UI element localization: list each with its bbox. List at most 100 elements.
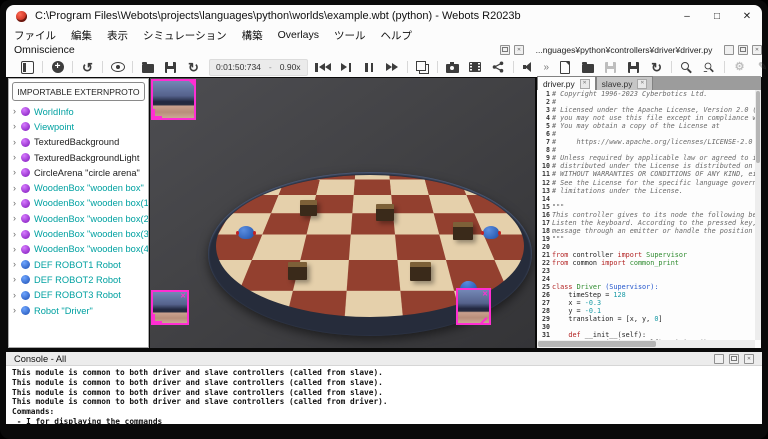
expand-chevron-icon[interactable]: › <box>13 153 21 162</box>
expand-chevron-icon[interactable]: › <box>13 275 21 284</box>
camera-overlay-top-left[interactable] <box>151 79 196 120</box>
overlay-close-icon[interactable]: ✕ <box>180 293 186 300</box>
wooden-box[interactable] <box>453 222 473 240</box>
console-minimize-icon[interactable] <box>714 353 724 364</box>
menu-item[interactable]: シミュレーション <box>143 28 227 43</box>
tree-node-row[interactable]: › WoodenBox "wooden box(1)" <box>9 196 148 211</box>
overlay-close-icon[interactable]: ✕ <box>482 291 488 298</box>
editor-new-file-button[interactable] <box>553 59 576 75</box>
overlay-corner-handle[interactable] <box>152 314 162 324</box>
expand-chevron-icon[interactable]: › <box>13 168 21 177</box>
editor-edit-button[interactable]: ✎ <box>751 59 768 75</box>
rewind-button[interactable] <box>312 59 335 75</box>
tree-node-row[interactable]: › Viewpoint <box>9 119 148 134</box>
tree-node-row[interactable]: › CircleArena "circle arena" <box>9 165 148 180</box>
scrollbar-thumb[interactable] <box>538 341 656 347</box>
dock-close-icon[interactable]: ✕ <box>514 44 524 55</box>
tree-node-row[interactable]: › TexturedBackground <box>9 135 148 150</box>
toggle-scene-tree-button[interactable] <box>16 59 39 75</box>
toolbar-overflow-icon[interactable]: » <box>544 62 550 73</box>
robot-blue[interactable] <box>236 226 256 239</box>
simulation-3d-view[interactable]: ✕ ✕ <box>150 78 535 348</box>
editor-open-file-button[interactable] <box>576 59 599 75</box>
expand-chevron-icon[interactable]: › <box>13 198 21 208</box>
expand-chevron-icon[interactable]: › <box>13 214 21 223</box>
code-area[interactable]: 1 # Copyright 1996-2023 Cyberbotics Ltd. 2… <box>537 90 761 340</box>
viewpoint-button[interactable] <box>106 59 129 75</box>
reset-simulation-button[interactable]: ↺ <box>76 59 99 75</box>
editor-save-as-button[interactable] <box>622 59 645 75</box>
fast-forward-button[interactable] <box>381 59 404 75</box>
editor-dock-minimize-icon[interactable] <box>724 44 734 55</box>
step-button[interactable] <box>335 59 358 75</box>
editor-revert-button[interactable]: ↻ <box>645 59 668 75</box>
title-bar[interactable]: C:\Program Files\Webots\projects\languag… <box>6 5 762 27</box>
editor-dock-close-icon[interactable]: ✕ <box>752 44 762 55</box>
editor-find-button[interactable] <box>675 59 698 75</box>
maximize-button[interactable]: □ <box>702 5 732 27</box>
pause-button[interactable] <box>358 59 381 75</box>
tree-node-row[interactable]: › WoodenBox "wooden box" <box>9 180 148 195</box>
editor-save-button[interactable] <box>599 59 622 75</box>
overlay-resize-handle[interactable] <box>479 317 488 325</box>
share-button[interactable] <box>487 59 510 75</box>
console-close-icon[interactable]: ✕ <box>744 353 754 364</box>
overlay-resize-fold[interactable] <box>188 80 195 87</box>
console-output[interactable]: This module is common to both driver and… <box>6 366 762 424</box>
editor-preferences-button[interactable]: ⚙ <box>728 59 751 75</box>
menu-item[interactable]: 編集 <box>71 28 92 43</box>
tree-node-row[interactable]: › WoodenBox "wooden box(2)" <box>9 211 148 226</box>
reload-world-button[interactable]: ↻ <box>182 59 205 75</box>
expand-chevron-icon[interactable]: › <box>13 183 21 193</box>
menu-item[interactable]: ツール <box>334 28 366 43</box>
tree-node-row[interactable]: › Robot "Driver" <box>9 303 148 318</box>
expand-chevron-icon[interactable]: › <box>13 244 21 254</box>
editor-find-replace-button[interactable] <box>698 59 721 75</box>
overlay-corner-handle[interactable] <box>152 109 162 119</box>
expand-chevron-icon[interactable]: › <box>13 122 21 131</box>
expand-chevron-icon[interactable]: › <box>13 229 21 239</box>
menu-item[interactable]: 構築 <box>242 28 263 43</box>
robot-blue[interactable] <box>481 226 501 239</box>
tree-node-row[interactable]: › TexturedBackgroundLight <box>9 150 148 165</box>
camera-overlay-bottom-right[interactable]: ✕ <box>456 288 491 325</box>
menu-item[interactable]: Overlays <box>278 29 319 41</box>
expand-chevron-icon[interactable]: › <box>13 107 21 116</box>
tree-node-row[interactable]: › DEF ROBOT3 Robot <box>9 288 148 303</box>
close-button[interactable]: ✕ <box>732 5 762 27</box>
editor-vertical-scrollbar[interactable] <box>755 90 761 340</box>
editor-dock-float-icon[interactable] <box>738 44 748 55</box>
sound-button[interactable] <box>517 59 540 75</box>
rendering-button[interactable] <box>411 59 434 75</box>
add-node-button[interactable]: + <box>46 59 69 75</box>
tree-node-row[interactable]: › WorldInfo <box>9 104 148 119</box>
save-world-button[interactable] <box>159 59 182 75</box>
wooden-box[interactable] <box>376 204 394 221</box>
console-float-icon[interactable] <box>729 353 739 364</box>
editor-tab[interactable]: driver.py ✕ <box>537 76 596 90</box>
tree-node-row[interactable]: › WoodenBox "wooden box(3)" <box>9 226 148 241</box>
scrollbar-thumb[interactable] <box>756 91 760 163</box>
movie-record-button[interactable] <box>464 59 487 75</box>
open-world-button[interactable] <box>136 59 159 75</box>
expand-chevron-icon[interactable]: › <box>13 137 21 147</box>
editor-horizontal-scrollbar[interactable] <box>537 340 755 348</box>
menu-item[interactable]: ヘルプ <box>381 28 413 43</box>
tab-close-icon[interactable]: ✕ <box>579 78 590 89</box>
camera-overlay-bottom-left[interactable]: ✕ <box>151 290 189 325</box>
tree-node-row[interactable]: › DEF ROBOT2 Robot <box>9 272 148 287</box>
minimize-button[interactable]: – <box>672 5 702 27</box>
tree-node-row[interactable]: › DEF ROBOT1 Robot <box>9 257 148 272</box>
menu-item[interactable]: ファイル <box>14 28 56 43</box>
tab-close-icon[interactable]: ✕ <box>637 78 648 89</box>
wooden-box[interactable] <box>300 200 317 216</box>
expand-chevron-icon[interactable]: › <box>13 306 21 315</box>
importable-externproto-button[interactable]: IMPORTABLE EXTERNPROTO <box>12 82 145 101</box>
menu-item[interactable]: 表示 <box>107 28 128 43</box>
wooden-box[interactable] <box>410 262 431 281</box>
tree-node-row[interactable]: › WoodenBox "wooden box(4)" <box>9 242 148 257</box>
editor-tab[interactable]: slave.py ✕ <box>595 76 654 90</box>
dock-restore-icon[interactable] <box>500 44 510 55</box>
expand-chevron-icon[interactable]: › <box>13 290 21 300</box>
screenshot-button[interactable] <box>441 59 464 75</box>
